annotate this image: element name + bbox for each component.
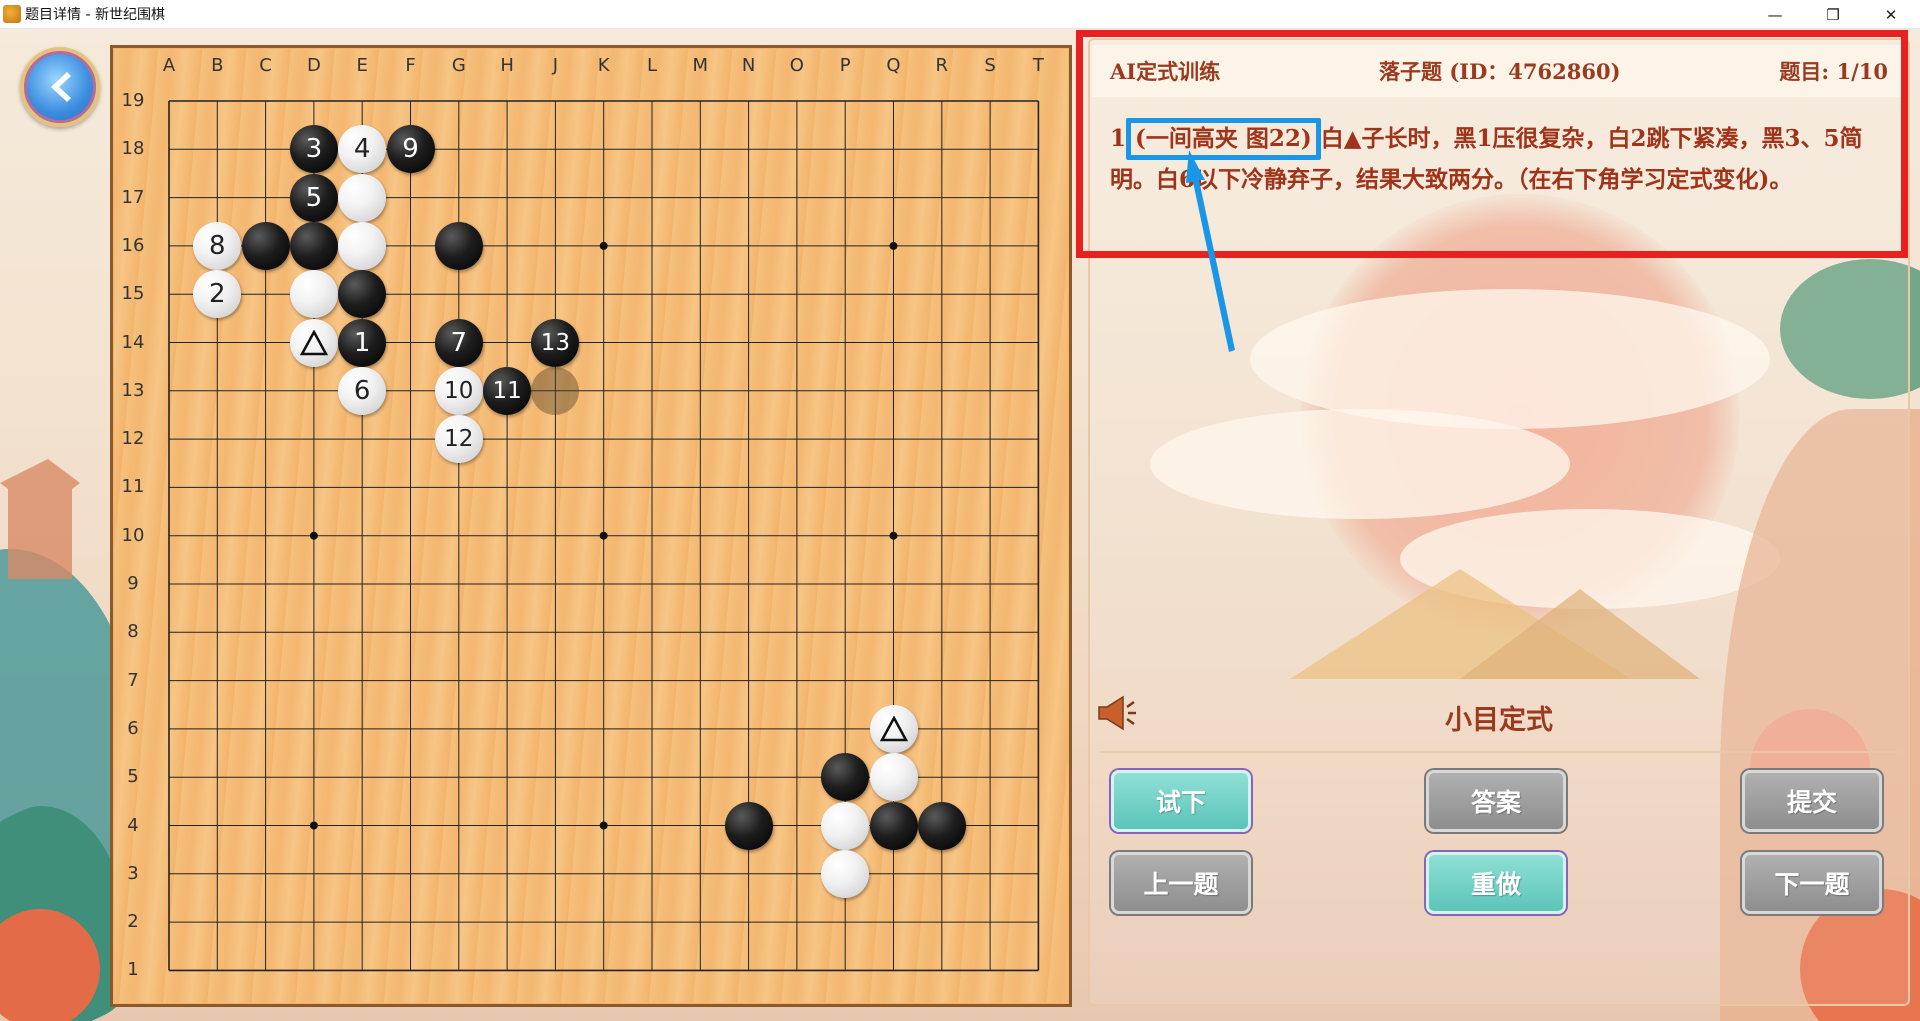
answer-button[interactable]: 答案 bbox=[1426, 770, 1566, 832]
row-label: 12 bbox=[121, 428, 145, 450]
row-label: 13 bbox=[121, 379, 145, 401]
column-label: B bbox=[211, 55, 224, 76]
black-stone: 9 bbox=[386, 125, 435, 174]
black-stone: 11 bbox=[483, 366, 532, 415]
row-label: 15 bbox=[121, 283, 145, 305]
row-label: 4 bbox=[127, 814, 139, 836]
blue-pointer-arrow-icon bbox=[1186, 150, 1235, 352]
restore-button[interactable]: ❐ bbox=[1804, 0, 1862, 29]
white-stone bbox=[289, 318, 338, 367]
redo-button[interactable]: 重做 bbox=[1426, 852, 1566, 914]
column-label: J bbox=[552, 55, 559, 76]
column-label: K bbox=[597, 55, 610, 76]
panel-divider bbox=[1100, 751, 1900, 753]
submit-button[interactable]: 提交 bbox=[1742, 770, 1882, 832]
column-label: P bbox=[839, 55, 851, 76]
black-stone bbox=[917, 801, 966, 850]
prev-problem-button[interactable]: 上一题 bbox=[1111, 852, 1251, 914]
next-problem-button[interactable]: 下一题 bbox=[1742, 852, 1882, 914]
window-titlebar: 题目详情 - 新世纪围棋 — ❐ ✕ bbox=[0, 0, 1920, 29]
pavilion-decoration bbox=[0, 459, 80, 579]
black-stone: 7 bbox=[434, 318, 483, 367]
black-stone bbox=[434, 221, 483, 270]
row-label: 5 bbox=[127, 766, 139, 788]
try-button[interactable]: 试下 bbox=[1111, 770, 1251, 832]
black-stone bbox=[869, 801, 918, 850]
white-stone: 8 bbox=[193, 221, 242, 270]
column-label: T bbox=[1032, 55, 1044, 76]
column-label: F bbox=[405, 55, 416, 76]
go-board[interactable] bbox=[114, 49, 1068, 1003]
hover-stone-preview bbox=[531, 366, 580, 415]
back-arrow-icon bbox=[51, 72, 71, 102]
row-label: 8 bbox=[127, 621, 139, 643]
window-title: 题目详情 - 新世纪围棋 bbox=[25, 7, 165, 23]
row-label: 2 bbox=[127, 911, 139, 933]
column-label: D bbox=[306, 55, 321, 76]
minimize-button[interactable]: — bbox=[1746, 0, 1804, 29]
black-stone: 3 bbox=[289, 125, 338, 174]
column-label: Q bbox=[886, 55, 901, 76]
row-label: 14 bbox=[121, 331, 145, 353]
column-label: C bbox=[259, 55, 272, 76]
white-stone bbox=[869, 704, 918, 753]
window-controls: — ❐ ✕ bbox=[1746, 0, 1920, 29]
back-button[interactable] bbox=[20, 47, 100, 127]
black-stone bbox=[241, 221, 290, 270]
row-label: 7 bbox=[127, 669, 139, 691]
column-label: G bbox=[451, 55, 466, 76]
column-label: H bbox=[500, 55, 514, 76]
white-stone bbox=[338, 221, 387, 270]
white-stone bbox=[821, 801, 870, 850]
white-stone bbox=[338, 173, 387, 222]
white-stone bbox=[289, 270, 338, 319]
row-label: 19 bbox=[121, 90, 145, 111]
triangle-marker-icon bbox=[299, 329, 328, 355]
column-label: M bbox=[692, 55, 709, 76]
column-label: L bbox=[646, 55, 658, 76]
white-stone bbox=[821, 849, 870, 898]
column-label: E bbox=[356, 55, 368, 76]
row-label: 17 bbox=[121, 186, 145, 208]
row-label: 16 bbox=[121, 234, 145, 256]
row-label: 11 bbox=[121, 476, 145, 498]
close-button[interactable]: ✕ bbox=[1862, 0, 1920, 29]
column-label: O bbox=[789, 55, 804, 76]
white-stone: 6 bbox=[338, 366, 387, 415]
column-label: R bbox=[935, 55, 949, 76]
row-label: 10 bbox=[121, 524, 145, 546]
black-stone: 5 bbox=[289, 173, 338, 222]
section-title: 小目定式 bbox=[1445, 704, 1553, 736]
black-stone bbox=[289, 221, 338, 270]
black-stone: 13 bbox=[531, 318, 580, 367]
row-label: 18 bbox=[121, 138, 145, 160]
triangle-marker-icon bbox=[879, 715, 908, 742]
row-label: 6 bbox=[127, 717, 139, 739]
white-stone: 12 bbox=[434, 415, 483, 464]
row-label: 3 bbox=[127, 862, 139, 884]
app-icon bbox=[3, 5, 21, 23]
white-stone: 10 bbox=[434, 366, 483, 415]
white-stone bbox=[869, 753, 918, 802]
column-label: S bbox=[984, 55, 996, 76]
row-label: 9 bbox=[127, 573, 139, 594]
black-stone: 1 bbox=[338, 318, 387, 367]
row-label: 1 bbox=[127, 959, 139, 981]
column-label: N bbox=[741, 55, 756, 76]
black-stone bbox=[724, 801, 773, 850]
column-label: A bbox=[162, 55, 176, 76]
